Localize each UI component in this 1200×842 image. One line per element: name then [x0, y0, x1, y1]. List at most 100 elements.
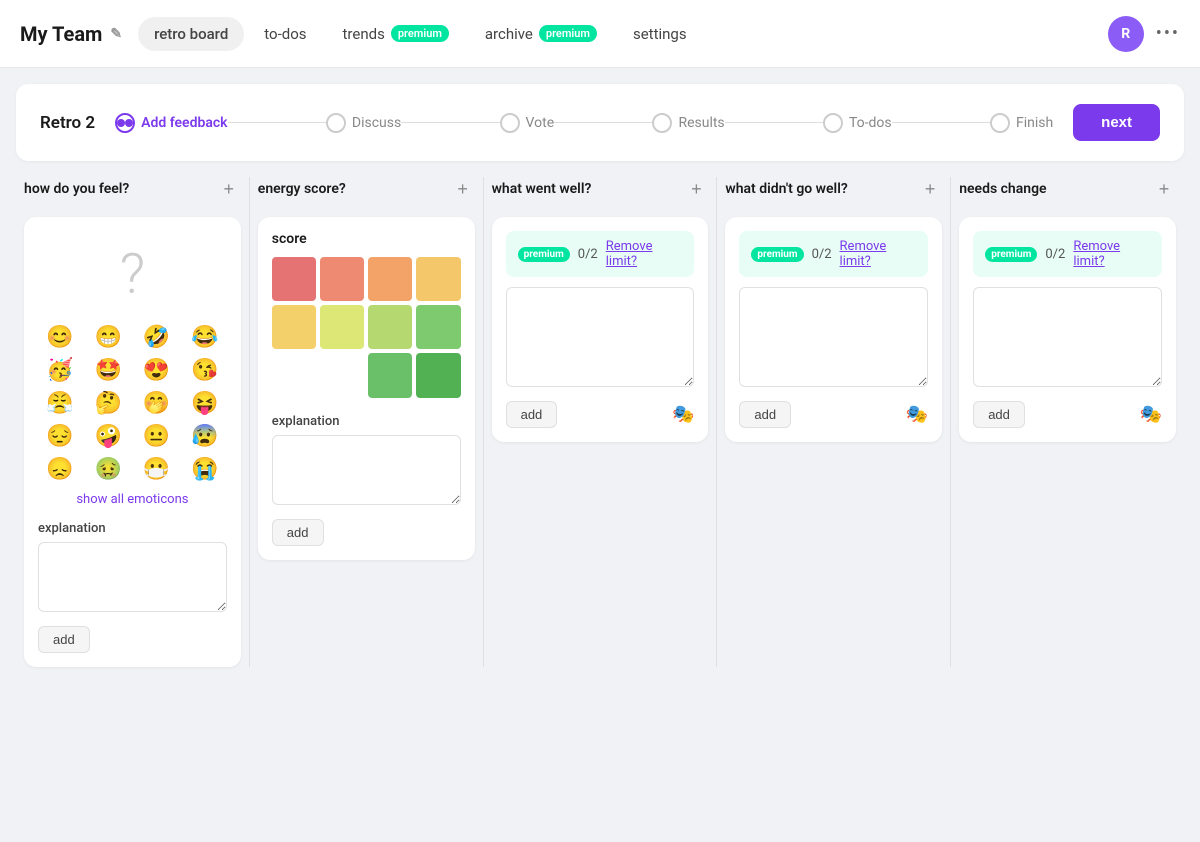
score-cell[interactable]	[368, 353, 412, 397]
nav-right: R •••	[1108, 16, 1180, 52]
add-needs-change-button[interactable]: +	[1152, 177, 1176, 201]
didnt-go-well-remove-limit[interactable]: Remove limit?	[840, 239, 917, 269]
archive-premium-badge: premium	[539, 25, 597, 42]
mask-icon-needs-change[interactable]: 🎭	[1140, 404, 1162, 425]
more-menu-button[interactable]: •••	[1156, 23, 1180, 44]
emoji-cell[interactable]: 😞	[38, 455, 82, 484]
mask-icon-went-well[interactable]: 🎭	[672, 404, 694, 425]
step-circle-add-feedback	[115, 113, 135, 133]
step-vote[interactable]: Vote	[500, 113, 555, 133]
score-cell	[272, 353, 316, 397]
step-circle-results	[652, 113, 672, 133]
step-todos[interactable]: To-dos	[823, 113, 892, 133]
energy-explanation-textarea[interactable]	[272, 435, 461, 505]
tab-settings[interactable]: settings	[617, 17, 703, 51]
energy-add-button[interactable]: add	[272, 519, 324, 546]
step-add-feedback[interactable]: Add feedback	[115, 113, 227, 133]
column-needs-change-header: needs change +	[959, 177, 1176, 205]
score-cell[interactable]	[272, 305, 316, 349]
emoji-cell[interactable]: 🤭	[134, 389, 178, 418]
emoji-cell[interactable]: 😂	[183, 323, 227, 352]
score-cell[interactable]	[368, 305, 412, 349]
score-cell[interactable]	[416, 257, 460, 301]
step-discuss[interactable]: Discuss	[326, 113, 401, 133]
emoji-cell[interactable]: 😍	[134, 356, 178, 385]
emoji-cell[interactable]: 🤪	[86, 422, 130, 451]
tab-trends[interactable]: trends premium	[327, 17, 465, 51]
feel-card: ? 😊😁🤣😂 🥳🤩😍😘 😤🤔🤭😝 😔🤪😐😰 😞🤢😷😭 show all emoticon…	[24, 217, 241, 667]
column-needs-change: needs change + premium 0/2 Remove limit?…	[951, 177, 1184, 667]
add-went-well-button[interactable]: +	[684, 177, 708, 201]
score-cell[interactable]	[368, 257, 412, 301]
step-finish[interactable]: Finish	[990, 113, 1053, 133]
add-didnt-go-well-button[interactable]: +	[918, 177, 942, 201]
score-cell[interactable]	[416, 353, 460, 397]
went-well-card: premium 0/2 Remove limit? add 🎭	[492, 217, 709, 442]
edit-team-icon[interactable]: ✎	[110, 26, 122, 42]
feel-question-mark: ?	[38, 241, 227, 307]
user-avatar[interactable]: R	[1108, 16, 1144, 52]
score-cell[interactable]	[320, 257, 364, 301]
emoji-cell[interactable]: 🥳	[38, 356, 82, 385]
nav-tabs: retro board to-dos trends premium archiv…	[138, 17, 1108, 51]
emoji-cell[interactable]: 🤔	[86, 389, 130, 418]
tab-to-dos[interactable]: to-dos	[248, 17, 322, 51]
went-well-feedback-textarea[interactable]	[506, 287, 695, 387]
trends-premium-badge: premium	[391, 25, 449, 42]
step-circle-discuss	[326, 113, 346, 133]
step-line-2	[401, 122, 499, 123]
retro-title: Retro 2	[40, 113, 95, 133]
step-circle-finish	[990, 113, 1010, 133]
went-well-premium-banner: premium 0/2 Remove limit?	[506, 231, 695, 277]
didnt-go-well-feedback-textarea[interactable]	[739, 287, 928, 387]
emoji-cell[interactable]: 🤩	[86, 356, 130, 385]
went-well-add-button[interactable]: add	[506, 401, 558, 428]
emoji-grid: 😊😁🤣😂 🥳🤩😍😘 😤🤔🤭😝 😔🤪😐😰 😞🤢😷😭	[38, 323, 227, 484]
emoji-cell[interactable]: 😘	[183, 356, 227, 385]
add-feel-button[interactable]: +	[217, 177, 241, 201]
feel-explanation-label: explanation	[38, 521, 227, 536]
show-all-emoticons-link[interactable]: show all emoticons	[38, 492, 227, 507]
step-line-4	[725, 122, 823, 123]
didnt-go-well-premium-badge: premium	[751, 247, 803, 262]
emoji-cell[interactable]: 😁	[86, 323, 130, 352]
next-button[interactable]: next	[1073, 104, 1160, 141]
emoji-cell[interactable]: 😷	[134, 455, 178, 484]
needs-change-remove-limit[interactable]: Remove limit?	[1073, 239, 1150, 269]
score-cell[interactable]	[416, 305, 460, 349]
energy-explanation-label: explanation	[272, 414, 461, 429]
team-name-container: My Team ✎	[20, 22, 122, 46]
emoji-cell[interactable]: 😝	[183, 389, 227, 418]
tab-retro-board[interactable]: retro board	[138, 17, 244, 51]
column-went-well: what went well? + premium 0/2 Remove lim…	[484, 177, 718, 667]
emoji-cell[interactable]: 😰	[183, 422, 227, 451]
emoji-cell[interactable]: 😐	[134, 422, 178, 451]
emoji-cell[interactable]: 😤	[38, 389, 82, 418]
needs-change-premium-banner: premium 0/2 Remove limit?	[973, 231, 1162, 277]
needs-change-card-footer: add 🎭	[973, 401, 1162, 428]
needs-change-card: premium 0/2 Remove limit? add 🎭	[959, 217, 1176, 442]
top-nav: My Team ✎ retro board to-dos trends prem…	[0, 0, 1200, 68]
column-needs-change-title: needs change	[959, 181, 1046, 197]
emoji-cell[interactable]: 🤣	[134, 323, 178, 352]
tab-archive[interactable]: archive premium	[469, 17, 613, 51]
step-results[interactable]: Results	[652, 113, 724, 133]
didnt-go-well-add-button[interactable]: add	[739, 401, 791, 428]
feel-add-button[interactable]: add	[38, 626, 90, 653]
needs-change-add-button[interactable]: add	[973, 401, 1025, 428]
add-energy-button[interactable]: +	[451, 177, 475, 201]
needs-change-feedback-textarea[interactable]	[973, 287, 1162, 387]
feel-explanation-textarea[interactable]	[38, 542, 227, 612]
emoji-cell[interactable]: 😔	[38, 422, 82, 451]
mask-icon-didnt-go-well[interactable]: 🎭	[906, 404, 928, 425]
score-cell[interactable]	[320, 305, 364, 349]
didnt-go-well-limit-count: 0/2	[812, 247, 832, 262]
step-circle-vote	[500, 113, 520, 133]
needs-change-premium-badge: premium	[985, 247, 1037, 262]
needs-change-limit-count: 0/2	[1045, 247, 1065, 262]
score-cell[interactable]	[272, 257, 316, 301]
emoji-cell[interactable]: 😊	[38, 323, 82, 352]
went-well-remove-limit[interactable]: Remove limit?	[606, 239, 683, 269]
emoji-cell[interactable]: 🤢	[86, 455, 130, 484]
emoji-cell[interactable]: 😭	[183, 455, 227, 484]
